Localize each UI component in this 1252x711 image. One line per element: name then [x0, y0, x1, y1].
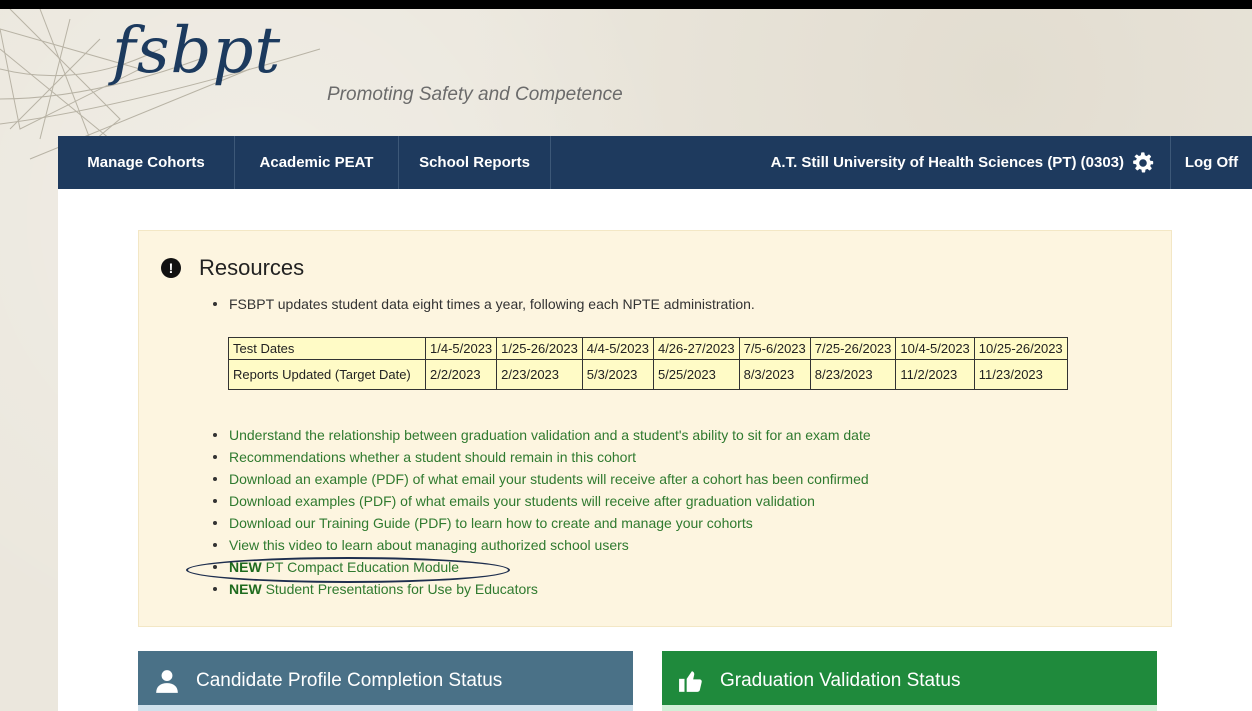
- resources-title: Resources: [199, 255, 305, 280]
- link-cohort-email-example[interactable]: Download an example (PDF) of what email …: [213, 468, 871, 490]
- link-cohort-recommendations[interactable]: Recommendations whether a student should…: [213, 446, 871, 468]
- test-date-cell: 10/4-5/2023: [895, 337, 975, 360]
- main-nav: Manage Cohorts Academic PEAT School Repo…: [58, 136, 1252, 189]
- report-dates-row: Reports Updated (Target Date) 2/2/2023 2…: [228, 359, 1068, 390]
- highlight-oval: [186, 557, 510, 583]
- panel-strip: [662, 705, 1157, 711]
- link-graduation-validation[interactable]: Understand the relationship between grad…: [213, 424, 871, 446]
- test-date-cell: 1/25-26/2023: [496, 337, 583, 360]
- institution-name: A.T. Still University of Health Sciences…: [770, 154, 1124, 171]
- gear-icon[interactable]: [1130, 150, 1156, 176]
- test-date-cell: 10/25-26/2023: [973, 337, 1068, 360]
- exclamation-icon: !: [161, 258, 181, 278]
- report-date-cell: 2/23/2023: [496, 359, 583, 390]
- test-dates-row: Test Dates 1/4-5/2023 1/25-26/2023 4/4-5…: [228, 337, 1068, 360]
- report-date-cell: 8/3/2023: [738, 359, 811, 390]
- report-date-cell: 11/2/2023: [895, 359, 975, 390]
- panel-strip: [138, 705, 633, 711]
- row-label: Test Dates: [228, 337, 426, 360]
- report-date-cell: 5/25/2023: [652, 359, 740, 390]
- main-content: ! Resources FSBPT updates student data e…: [58, 189, 1252, 711]
- user-icon: [156, 670, 178, 693]
- log-off-link[interactable]: Log Off: [1171, 136, 1252, 189]
- candidate-profile-panel[interactable]: Candidate Profile Completion Status: [138, 651, 633, 711]
- nav-school-reports[interactable]: School Reports: [399, 136, 551, 189]
- test-date-cell: 4/4-5/2023: [581, 337, 654, 360]
- nav-institution[interactable]: A.T. Still University of Health Sciences…: [757, 136, 1171, 189]
- link-validation-email-examples[interactable]: Download examples (PDF) of what emails y…: [213, 490, 871, 512]
- test-date-cell: 7/25-26/2023: [809, 337, 897, 360]
- tagline: Promoting Safety and Competence: [327, 84, 623, 105]
- report-date-cell: 11/23/2023: [973, 359, 1068, 390]
- report-date-cell: 8/23/2023: [809, 359, 897, 390]
- link-label: Student Presentations for Use by Educato…: [265, 581, 538, 597]
- nav-manage-cohorts[interactable]: Manage Cohorts: [58, 136, 235, 189]
- graduation-validation-panel[interactable]: Graduation Validation Status: [662, 651, 1157, 711]
- new-badge: NEW: [229, 581, 262, 597]
- link-school-users-video[interactable]: View this video to learn about managing …: [213, 534, 871, 556]
- candidate-panel-title: Candidate Profile Completion Status: [196, 670, 503, 691]
- link-training-guide[interactable]: Download our Training Guide (PDF) to lea…: [213, 512, 871, 534]
- intro-text: FSBPT updates student data eight times a…: [213, 293, 755, 315]
- fsbpt-logo[interactable]: fsbpt: [112, 14, 281, 88]
- test-dates-table: Test Dates 1/4-5/2023 1/25-26/2023 4/4-5…: [228, 337, 1068, 390]
- test-date-cell: 1/4-5/2023: [424, 337, 498, 360]
- top-border: [0, 0, 1252, 9]
- test-date-cell: 7/5-6/2023: [738, 337, 811, 360]
- row-label: Reports Updated (Target Date): [228, 359, 426, 390]
- graduation-panel-title: Graduation Validation Status: [720, 670, 961, 691]
- test-date-cell: 4/26-27/2023: [652, 337, 740, 360]
- report-date-cell: 2/2/2023: [424, 359, 498, 390]
- thumbs-up-icon: [679, 671, 702, 692]
- report-date-cell: 5/3/2023: [581, 359, 654, 390]
- resources-box: ! Resources FSBPT updates student data e…: [138, 230, 1172, 627]
- resources-header: ! Resources: [161, 255, 304, 281]
- nav-academic-peat[interactable]: Academic PEAT: [235, 136, 399, 189]
- intro-list: FSBPT updates student data eight times a…: [213, 293, 755, 315]
